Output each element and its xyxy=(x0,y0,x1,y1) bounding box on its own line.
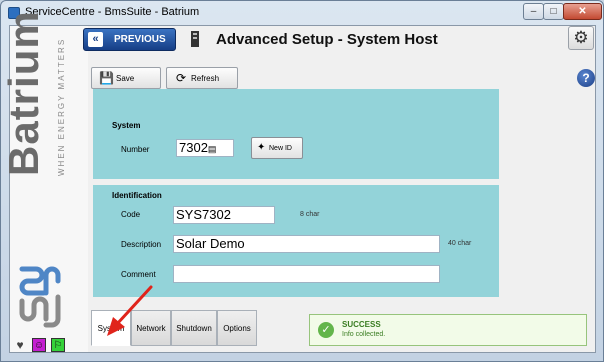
new-id-button[interactable]: ✦ New ID xyxy=(251,137,303,159)
double-chevron-left-icon: « xyxy=(88,32,103,47)
code-field[interactable]: SYS7302 xyxy=(173,206,275,224)
comment-field[interactable] xyxy=(173,265,440,283)
wand-icon: ✦ xyxy=(257,142,266,153)
save-label: Save xyxy=(116,74,135,83)
success-notification: ✓ SUCCESS Info collected. xyxy=(309,314,587,346)
tab-shutdown[interactable]: Shutdown xyxy=(171,310,217,346)
number-value: 7302 xyxy=(179,140,208,155)
heart-icon[interactable]: ♥ xyxy=(13,338,27,352)
floppy-icon: 💾 xyxy=(99,71,114,85)
identification-section-title: Identification xyxy=(112,191,162,200)
close-button[interactable]: ✕ xyxy=(563,3,602,20)
success-title: SUCCESS xyxy=(342,320,381,329)
brand-sidebar: Batrium WHEN ENERGY MATTERS ♥ ☺ ⚐ xyxy=(0,10,88,352)
description-field[interactable]: Solar Demo xyxy=(173,235,440,253)
code-hint: 8 char xyxy=(300,211,320,218)
gear-icon: ⚙ xyxy=(573,28,589,47)
refresh-button[interactable]: ⟳ Refresh xyxy=(166,67,238,89)
success-message: Info collected. xyxy=(342,331,386,338)
brand-tagline: WHEN ENERGY MATTERS xyxy=(57,37,66,176)
window-title: ServiceCentre - BmsSuite - Batrium xyxy=(25,6,200,18)
system-section-title: System xyxy=(112,121,141,130)
description-label: Description xyxy=(121,240,162,249)
client-area: Batrium WHEN ENERGY MATTERS ♥ ☺ ⚐ « PREV… xyxy=(0,10,596,353)
previous-label: PREVIOUS xyxy=(114,34,166,45)
help-icon[interactable]: ? xyxy=(577,69,595,87)
settings-button[interactable]: ⚙ xyxy=(568,26,594,50)
number-label: Number xyxy=(121,145,150,154)
previous-button[interactable]: « PREVIOUS xyxy=(83,28,176,51)
run-icon[interactable]: ⚐ xyxy=(51,338,65,352)
identification-panel: Identification Code SYS7302 8 char Descr… xyxy=(93,185,499,297)
check-icon: ✓ xyxy=(318,322,334,338)
spin-icon: ▤ xyxy=(207,144,217,154)
minimize-button[interactable]: – xyxy=(523,3,544,20)
save-button[interactable]: 💾 Save xyxy=(91,67,161,89)
refresh-icon: ⟳ xyxy=(175,71,187,85)
new-id-label: New ID xyxy=(269,145,292,152)
system-panel: System Number 7302▤ ✦ New ID xyxy=(93,89,499,179)
host-tower-icon xyxy=(191,31,199,47)
refresh-label: Refresh xyxy=(191,74,220,83)
page-title: Advanced Setup - System Host xyxy=(216,31,438,48)
tab-network[interactable]: Network xyxy=(131,310,171,346)
title-bar: ServiceCentre - BmsSuite - Batrium – □ ✕ xyxy=(1,1,603,25)
number-field[interactable]: 7302▤ xyxy=(176,139,234,157)
maximize-button[interactable]: □ xyxy=(543,3,564,20)
comment-label: Comment xyxy=(121,270,156,279)
tab-options[interactable]: Options xyxy=(217,310,257,346)
code-label: Code xyxy=(121,210,141,219)
brand-wordmark: Batrium xyxy=(0,10,47,176)
tab-system[interactable]: System xyxy=(91,310,131,346)
app-window: ServiceCentre - BmsSuite - Batrium – □ ✕… xyxy=(0,0,604,362)
description-hint: 40 char xyxy=(448,240,472,247)
person-icon[interactable]: ☺ xyxy=(32,338,46,352)
batrium-logo xyxy=(19,266,61,328)
